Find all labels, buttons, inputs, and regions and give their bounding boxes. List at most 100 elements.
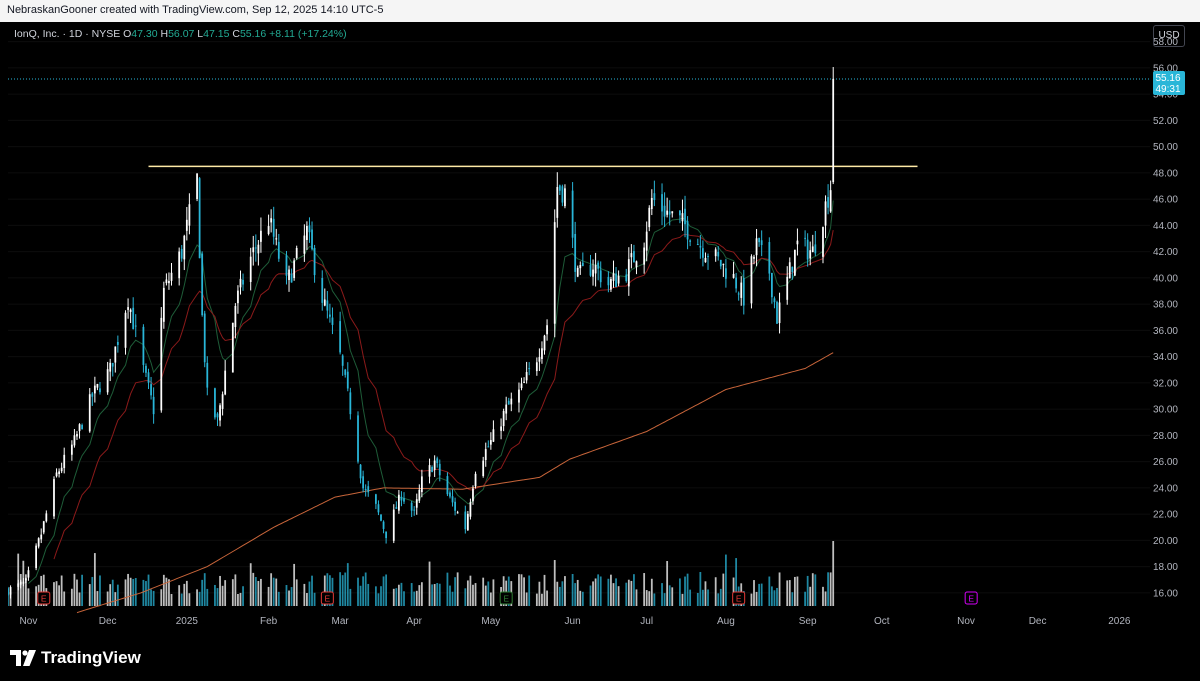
candle-body xyxy=(418,489,421,501)
volume-bar xyxy=(770,586,773,606)
candle-body xyxy=(454,501,456,511)
candle-body xyxy=(275,238,278,240)
candle-body xyxy=(474,473,477,487)
candle-body xyxy=(671,211,674,214)
volume-bar xyxy=(357,577,359,606)
volume-bar xyxy=(295,579,298,606)
candle-body xyxy=(415,499,418,508)
candle-body xyxy=(260,230,262,242)
volume-bar xyxy=(267,586,270,606)
candle-body xyxy=(382,521,385,529)
candle-body xyxy=(88,394,91,432)
x-tick-label: Aug xyxy=(717,616,735,627)
y-tick-label: 28.00 xyxy=(1153,431,1178,442)
volume-bar xyxy=(492,579,495,606)
candle-body xyxy=(19,581,22,585)
candle-body xyxy=(617,276,620,284)
volume-bar xyxy=(472,584,474,606)
volume-bar xyxy=(99,575,101,606)
candle-body xyxy=(564,188,566,207)
y-tick-label: 20.00 xyxy=(1153,536,1178,547)
candle-body xyxy=(178,251,181,279)
volume-bar xyxy=(385,574,388,606)
candle-body xyxy=(124,312,127,348)
candle-body xyxy=(40,534,43,540)
price-chart[interactable]: 16.00 18.00 20.00 22.00 24.00 26.00 28.00 30.00… xyxy=(7,22,1192,631)
volume-bar xyxy=(594,578,597,606)
candle-body xyxy=(111,362,114,367)
event-marker-label: E xyxy=(41,594,47,604)
volume-bar xyxy=(303,583,306,606)
candle-body xyxy=(42,521,45,533)
volume-bar xyxy=(592,581,594,606)
volume-bar xyxy=(773,590,776,606)
volume-bar xyxy=(150,589,152,606)
volume-bar xyxy=(410,583,413,606)
candle-body xyxy=(666,210,669,215)
candle-body xyxy=(574,233,577,272)
y-tick-label: 16.00 xyxy=(1153,588,1178,599)
candle-body xyxy=(203,313,206,363)
candle-body xyxy=(329,314,331,317)
volume-bar xyxy=(561,581,564,606)
candle-body xyxy=(277,241,280,259)
close-label: C xyxy=(232,28,240,40)
volume-bar xyxy=(788,580,791,606)
volume-bar xyxy=(377,593,380,606)
candle-body xyxy=(668,211,671,215)
volume-bar xyxy=(134,578,137,606)
volume-bar xyxy=(349,588,352,606)
time-axis[interactable]: Nov Dec 2025 Feb Mar Apr May Jun Jul Aug Sep Oct Nov… xyxy=(20,616,1131,627)
volume-bar xyxy=(400,582,403,606)
volume-bar xyxy=(778,572,781,606)
candle-body xyxy=(689,240,692,242)
volume-bar xyxy=(648,591,651,606)
candle-body xyxy=(392,509,395,541)
close-value: 55.16 xyxy=(239,28,267,40)
candle-body xyxy=(696,244,699,246)
candle-body xyxy=(93,385,96,394)
volume-bar xyxy=(520,574,523,606)
candle-body xyxy=(321,277,324,303)
candle-body xyxy=(272,218,275,237)
volume-bar xyxy=(686,573,689,606)
candle-body xyxy=(24,578,27,581)
volume-bar xyxy=(188,593,191,606)
candle-body xyxy=(484,449,487,461)
event-marker-label: E xyxy=(736,594,742,604)
volume-bar xyxy=(78,592,81,606)
y-tick-label: 40.00 xyxy=(1153,273,1178,284)
candle-body xyxy=(523,381,525,383)
volume-bar xyxy=(518,574,520,606)
volume-bar xyxy=(625,582,628,606)
candle-body xyxy=(543,335,546,351)
volume-bar xyxy=(786,580,789,606)
volume-bar xyxy=(277,591,280,606)
price-tag-value: 55.16 xyxy=(1155,73,1180,84)
volume-bar xyxy=(275,578,278,606)
candle-body xyxy=(60,467,63,472)
volume-bar xyxy=(96,591,99,606)
candle-body xyxy=(17,583,20,587)
x-tick-label: Oct xyxy=(874,616,890,627)
candle-body xyxy=(359,464,362,479)
volume-bar xyxy=(704,581,707,606)
candle-body xyxy=(313,247,316,276)
high-label: H xyxy=(160,28,169,40)
y-tick-label: 36.00 xyxy=(1153,326,1178,337)
candle-body xyxy=(374,494,377,504)
volume-bar xyxy=(702,589,704,606)
volume-bar xyxy=(380,586,382,606)
currency-button[interactable]: USD xyxy=(1153,25,1185,47)
candle-body xyxy=(553,222,556,324)
price-axis[interactable]: 16.00 18.00 20.00 22.00 24.00 26.00 28.00 30.00… xyxy=(1153,37,1178,599)
candle-body xyxy=(76,434,78,437)
volume-bar xyxy=(203,573,206,606)
candle-body xyxy=(106,369,109,393)
chart-frame[interactable]: 16.00 18.00 20.00 22.00 24.00 26.00 28.00 30.00… xyxy=(7,22,1192,631)
volume-bar xyxy=(288,590,290,606)
y-tick-label: 18.00 xyxy=(1153,562,1178,573)
y-tick-label: 30.00 xyxy=(1153,405,1178,416)
symbol-legend: IonQ, Inc. · 1D · NYSE O47.30 H56.07 L47… xyxy=(14,28,347,40)
brand[interactable]: TradingView xyxy=(10,648,141,668)
